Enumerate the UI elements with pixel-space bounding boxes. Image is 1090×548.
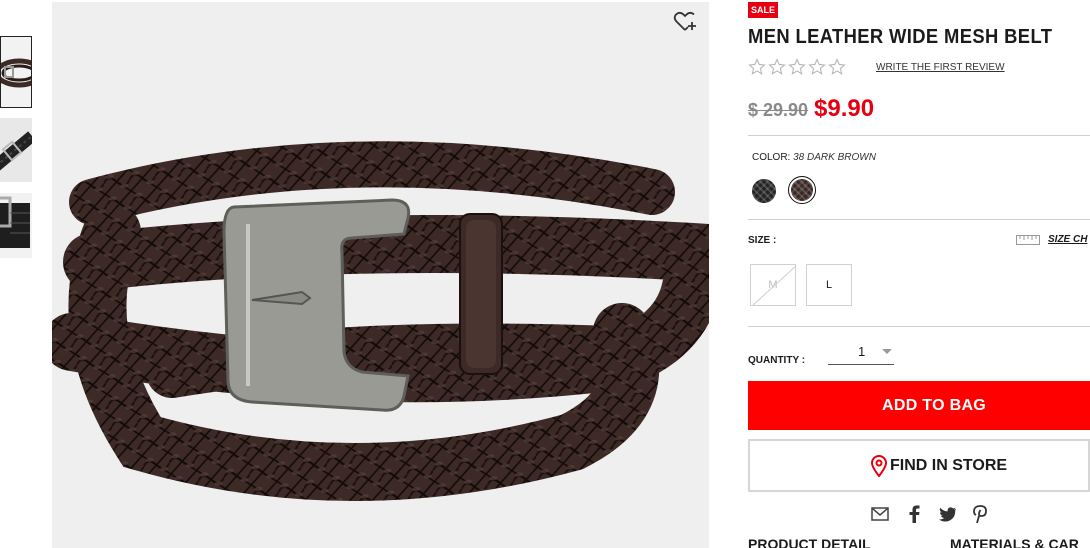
quantity-value: 1 [858,344,866,359]
wishlist-heart-plus-icon[interactable] [673,10,697,34]
twitter-icon[interactable] [938,504,958,524]
ruler-icon [1016,234,1040,245]
sale-price: $9.90 [814,95,875,122]
color-label: COLOR: 38 DARK BROWN [752,152,876,163]
size-label: SIZE : [748,235,777,246]
selected-color-value: 38 DARK BROWN [793,152,876,163]
star-icon [768,58,786,75]
chevron-down-icon [882,349,892,354]
find-in-store-label: FIND IN STORE [890,456,1008,474]
size-option-m-unavailable[interactable]: M [750,264,796,306]
mail-icon[interactable] [870,504,890,524]
thumbnail-belt-buckle-closeup[interactable] [0,118,32,182]
star-icon [788,58,806,75]
sale-badge: SALE [748,2,779,18]
divider [748,219,1090,220]
size-chart-link[interactable]: SIZE CH [1016,234,1087,245]
product-main-image [52,2,709,548]
quantity-select[interactable]: 1 [828,342,894,365]
add-to-bag-label: ADD TO BAG [882,396,987,414]
size-chart-label: SIZE CH [1048,234,1088,245]
location-pin-icon [870,454,888,477]
thumbnail-belt-coiled[interactable] [0,36,32,108]
write-review-link[interactable]: WRITE THE FIRST REVIEW [876,62,1005,73]
divider [748,326,1090,327]
tab-materials-care[interactable]: MATERIALS & CAR [950,536,1079,548]
product-title: MEN LEATHER WIDE MESH BELT [748,26,1053,48]
unavailable-slash [752,266,795,305]
pinterest-icon[interactable] [970,504,990,524]
product-info-panel: SALE MEN LEATHER WIDE MESH BELT WRITE TH… [748,0,1090,548]
rating-stars [748,58,846,76]
star-icon [748,58,766,75]
divider [748,135,1090,136]
color-swatch-dark-brown[interactable] [791,179,813,201]
add-to-bag-button[interactable]: ADD TO BAG [748,381,1090,430]
star-icon [808,58,826,75]
facebook-icon[interactable] [904,504,924,524]
find-in-store-button[interactable]: FIND IN STORE [748,439,1090,492]
star-icon [828,58,846,75]
thumbnail-belt-buckle-detail[interactable] [0,193,32,258]
tab-product-detail[interactable]: PRODUCT DETAIL [748,536,871,548]
original-price: $ 29.90 [748,100,809,120]
quantity-label: QUANTITY : [748,355,806,366]
size-option-l[interactable]: L [806,264,852,306]
color-label-text: COLOR: [752,152,791,163]
color-swatch-black[interactable] [752,179,776,203]
size-option-label: L [825,279,833,291]
belt-image [52,141,709,501]
